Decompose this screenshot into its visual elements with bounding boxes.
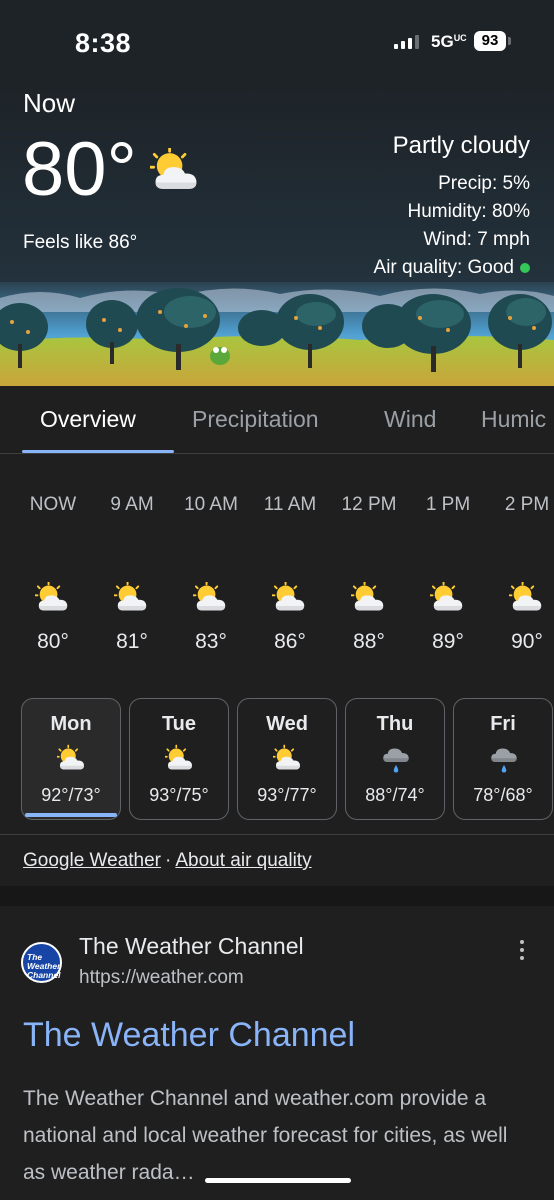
hour-label: 10 AM bbox=[184, 494, 238, 515]
network-subtype: UC bbox=[453, 33, 467, 43]
hour-temperature: 81° bbox=[116, 630, 148, 653]
day-card-mon[interactable]: Mon 92°/73° bbox=[21, 698, 121, 820]
now-label: Now bbox=[23, 88, 76, 118]
partly-cloudy-icon bbox=[430, 582, 466, 614]
hour-label: NOW bbox=[29, 494, 77, 515]
status-time: 8:38 bbox=[75, 28, 132, 58]
battery-cap bbox=[508, 37, 511, 45]
day-temp-range: 78°/68° bbox=[473, 785, 533, 805]
partly-cloudy-icon bbox=[57, 744, 87, 774]
day-temp-range: 92°/73° bbox=[41, 785, 101, 805]
air-quality-text: Air quality: Good bbox=[373, 257, 514, 278]
day-card-fri[interactable]: Fri 78°/68° bbox=[453, 698, 553, 820]
hour-temperature: 90° bbox=[511, 630, 543, 653]
link-separator: · bbox=[165, 850, 172, 871]
hour-temperature: 86° bbox=[274, 630, 306, 653]
hour-temperature: 80° bbox=[37, 630, 69, 653]
wind-stat: Wind: 7 mph bbox=[423, 229, 530, 250]
day-card-tue[interactable]: Tue 93°/75° bbox=[129, 698, 229, 820]
day-card-thu[interactable]: Thu 88°/74° bbox=[345, 698, 445, 820]
partly-cloudy-icon bbox=[193, 582, 229, 614]
partly-cloudy-icon bbox=[150, 148, 202, 194]
result-snippet: The Weather Channel and weather.com prov… bbox=[23, 1087, 508, 1184]
section-separator bbox=[0, 886, 554, 906]
current-temperature: 80° bbox=[22, 127, 137, 212]
status-bar: 8:38 5GUC 93 bbox=[0, 0, 554, 86]
partly-cloudy-icon bbox=[509, 582, 545, 614]
home-indicator[interactable] bbox=[205, 1178, 351, 1183]
network-type: 5G bbox=[431, 32, 454, 51]
tab-overview[interactable]: Overview bbox=[40, 406, 136, 433]
day-card-wed[interactable]: Wed 93°/77° bbox=[237, 698, 337, 820]
weather-links: Google Weather · About air quality bbox=[23, 850, 312, 872]
precip-stat: Precip: 5% bbox=[438, 173, 530, 194]
partly-cloudy-icon bbox=[35, 582, 71, 614]
about-air-quality-link[interactable]: About air quality bbox=[175, 850, 311, 871]
result-url[interactable]: https://weather.com bbox=[79, 967, 244, 989]
partly-cloudy-icon bbox=[273, 744, 303, 774]
rain-icon bbox=[489, 744, 519, 774]
hour-label: 12 PM bbox=[341, 494, 397, 515]
selected-day-indicator bbox=[25, 813, 117, 817]
feels-like: Feels like 86° bbox=[23, 232, 138, 253]
tab-wind[interactable]: Wind bbox=[384, 406, 436, 433]
partly-cloudy-icon bbox=[272, 582, 308, 614]
more-options-icon[interactable] bbox=[518, 940, 526, 964]
day-temp-range: 93°/77° bbox=[257, 785, 317, 805]
search-result: The Weather Channel The Weather Channel … bbox=[0, 906, 554, 1200]
day-name: Mon bbox=[50, 713, 92, 735]
hour-label: 1 PM bbox=[425, 494, 471, 515]
hour-temperature: 89° bbox=[432, 630, 464, 653]
logo-text: The Weather Channel bbox=[27, 952, 61, 980]
partly-cloudy-icon bbox=[165, 744, 195, 774]
current-weather-panel[interactable]: Now 80° Feels like 86° Partly cloudy Pre… bbox=[0, 86, 554, 386]
battery-icon: 93 bbox=[474, 31, 506, 51]
hourly-forecast[interactable]: NOW 9 AM 10 AM 11 AM 12 PM 1 PM 2 PM 80°… bbox=[0, 454, 554, 679]
current-stats: Precip: 5% Humidity: 80% Wind: 7 mph Air… bbox=[374, 170, 530, 282]
active-tab-indicator bbox=[22, 450, 174, 453]
hour-temperature: 83° bbox=[195, 630, 227, 653]
day-name: Tue bbox=[161, 713, 197, 735]
weather-channel-logo[interactable]: The Weather Channel bbox=[21, 942, 62, 983]
air-quality-dot-icon bbox=[520, 262, 530, 273]
divider bbox=[0, 834, 554, 835]
signal-icon bbox=[394, 35, 419, 49]
day-name: Wed bbox=[266, 713, 308, 735]
daily-forecast: Mon 92°/73° Tue 93°/75° Wed 93°/77° Thu … bbox=[0, 698, 554, 822]
day-temp-range: 93°/75° bbox=[149, 785, 209, 805]
day-temp-range: 88°/74° bbox=[365, 785, 425, 805]
day-name: Fri bbox=[490, 713, 516, 735]
tab-precipitation[interactable]: Precipitation bbox=[192, 406, 319, 433]
result-site-name[interactable]: The Weather Channel bbox=[79, 933, 304, 960]
day-name: Thu bbox=[376, 713, 414, 735]
battery-level: 93 bbox=[481, 32, 499, 49]
tab-humidity[interactable]: Humic bbox=[481, 406, 546, 433]
partly-cloudy-icon bbox=[351, 582, 387, 614]
condition-text: Partly cloudy bbox=[392, 132, 530, 159]
network-indicator: 5GUC bbox=[431, 32, 467, 52]
hour-label: 9 AM bbox=[110, 494, 154, 515]
partly-cloudy-icon bbox=[114, 582, 150, 614]
google-weather-link[interactable]: Google Weather bbox=[23, 850, 161, 871]
weather-tabs: Overview Precipitation Wind Humic bbox=[0, 386, 554, 454]
air-quality-stat: Air quality: Good bbox=[374, 254, 530, 282]
rain-icon bbox=[381, 744, 411, 774]
hour-label: 2 PM bbox=[504, 494, 550, 515]
humidity-stat: Humidity: 80% bbox=[407, 201, 531, 222]
weather-scene-illustration bbox=[0, 282, 554, 386]
result-title-link[interactable]: The Weather Channel bbox=[23, 1016, 355, 1055]
hour-label: 11 AM bbox=[263, 494, 317, 515]
hour-temperature: 88° bbox=[353, 630, 385, 653]
